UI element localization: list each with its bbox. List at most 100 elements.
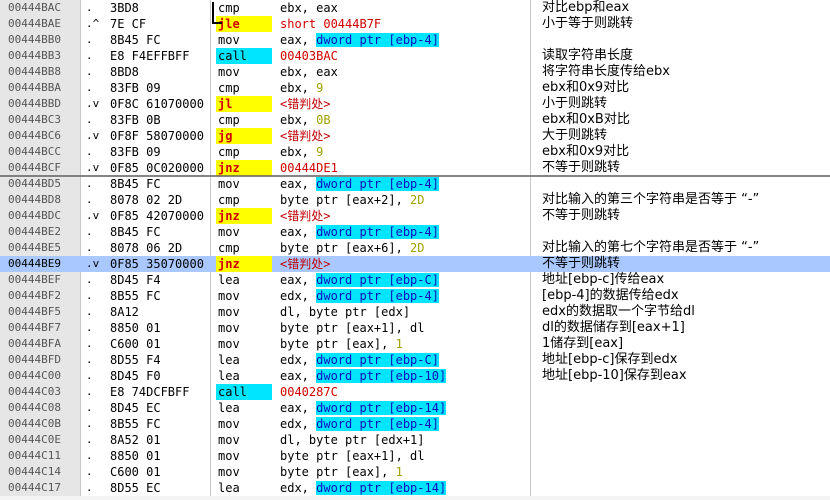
address-cell[interactable]: 00444BB0 [0,32,80,48]
comment[interactable]: ebx和0x9对比 [542,144,830,160]
address-cell[interactable]: 00444BF5 [0,304,80,320]
mnemonic[interactable]: jnz [216,208,272,224]
comment[interactable]: 地址[ebp-c]保存到edx [542,352,830,368]
disasm-row[interactable]: 00444BCC. 83FB 09 cmp ebx, 9 ebx和0x9对比 [0,144,830,160]
mnemonic[interactable]: mov [216,288,272,304]
mnemonic[interactable]: cmp [216,144,272,160]
mnemonic[interactable]: jl [216,96,272,112]
mnemonic[interactable]: lea [216,368,272,384]
comment[interactable]: 地址[ebp-10]保存到eax [542,368,830,384]
address-cell[interactable]: 00444C03 [0,384,80,400]
hex-bytes[interactable]: 7E CF [110,16,212,32]
hex-bytes[interactable]: 8850 01 [110,320,212,336]
address-cell[interactable]: 00444C14 [0,464,80,480]
address-cell[interactable]: 00444BB3 [0,48,80,64]
comment[interactable]: 对比输入的第七个字符串是否等于 “-” [542,240,830,256]
address-cell[interactable]: 00444BAE [0,16,80,32]
operands[interactable]: eax, dword ptr [ebp-4] [280,176,530,192]
operands[interactable]: <错判处> [280,96,530,112]
operands[interactable]: eax, dword ptr [ebp-14] [280,400,530,416]
disasm-row[interactable]: 00444BF5. 8A12 mov dl, byte ptr [edx] edx的数据… [0,304,830,320]
comment[interactable]: edx的数据取一个字节给dl [542,304,830,320]
disasm-row[interactable]: 00444BD8. 8078 02 2D cmp byte ptr [eax+2], … [0,192,830,208]
hex-bytes[interactable]: 8D55 F4 [110,352,212,368]
disasm-row[interactable]: 00444BBD .v 0F8C 61070000 jl <错判处> 小于则跳转 [0,96,830,112]
operands[interactable]: ebx, eax [280,0,530,16]
operands[interactable]: 0040287C [280,384,530,400]
disasm-row[interactable]: 00444BDC .v 0F85 42070000 jnz <错判处> 不等于则跳转 [0,208,830,224]
disasm-row[interactable]: 00444BD5. 8B45 FC mov eax, dword ptr [ebp-4… [0,176,830,192]
operands[interactable]: edx, dword ptr [ebp-4] [280,416,530,432]
address-cell[interactable]: 00444C0B [0,416,80,432]
comment[interactable]: 小于等于则跳转 [542,16,830,32]
address-cell[interactable]: 00444C17 [0,480,80,496]
disasm-row[interactable]: 00444C14. C600 01 mov byte ptr [eax], 1 [0,464,830,480]
mnemonic[interactable]: mov [216,336,272,352]
comment[interactable]: ebx和0x9对比 [542,80,830,96]
disasm-row[interactable]: 00444BCF .v 0F85 0C020000 jnz 00444DE1 不等于则跳转 [0,160,830,176]
operands[interactable]: <错判处> [280,128,530,144]
operands[interactable]: byte ptr [eax+1], dl [280,320,530,336]
address-cell[interactable]: 00444C11 [0,448,80,464]
hex-bytes[interactable]: 8D45 F0 [110,368,212,384]
address-cell[interactable]: 00444C08 [0,400,80,416]
mnemonic[interactable]: mov [216,432,272,448]
hex-bytes[interactable]: 0F85 0C020000 [110,160,212,176]
hex-bytes[interactable]: 8B45 FC [110,224,212,240]
hex-bytes[interactable]: 8D45 EC [110,400,212,416]
operands[interactable]: byte ptr [eax], 1 [280,336,530,352]
operands[interactable]: eax, dword ptr [ebp-4] [280,224,530,240]
mnemonic[interactable]: lea [216,352,272,368]
mnemonic[interactable]: jnz [216,160,272,176]
mnemonic[interactable]: mov [216,32,272,48]
address-cell[interactable]: 00444BF2 [0,288,80,304]
disasm-row[interactable]: 00444C03. E8 74DCFBFF call 0040287C [0,384,830,400]
hex-bytes[interactable]: 8078 06 2D [110,240,212,256]
hex-bytes[interactable]: 8A52 01 [110,432,212,448]
operands[interactable]: eax, dword ptr [ebp-C] [280,272,530,288]
disasm-row[interactable]: 00444BAC. 3BD8 cmp ebx, eax 对比ebp和eax [0,0,830,16]
operands[interactable]: edx, dword ptr [ebp-4] [280,288,530,304]
operands[interactable]: edx, dword ptr [ebp-C] [280,352,530,368]
mnemonic[interactable]: cmp [216,192,272,208]
disasm-row[interactable]: 00444BB8. 8BD8 mov ebx, eax 将字符串长度传给ebx [0,64,830,80]
hex-bytes[interactable]: 8B55 FC [110,416,212,432]
disasm-row[interactable]: 00444BF2. 8B55 FC mov edx, dword ptr [ebp-4… [0,288,830,304]
address-cell[interactable]: 00444BBD [0,96,80,112]
disasm-row[interactable]: 00444BFA. C600 01 mov byte ptr [eax], 1 1储存到… [0,336,830,352]
hex-bytes[interactable]: 0F8F 58070000 [110,128,212,144]
hex-bytes[interactable]: 83FB 0B [110,112,212,128]
address-cell[interactable]: 00444BE9 [0,256,80,272]
comment[interactable]: 地址[ebp-c]传给eax [542,272,830,288]
hex-bytes[interactable]: E8 74DCFBFF [110,384,212,400]
mnemonic[interactable]: cmp [216,112,272,128]
mnemonic[interactable]: cmp [216,80,272,96]
mnemonic[interactable]: lea [216,480,272,496]
operands[interactable]: byte ptr [eax], 1 [280,464,530,480]
address-cell[interactable]: 00444BD8 [0,192,80,208]
hex-bytes[interactable]: 83FB 09 [110,144,212,160]
operands[interactable]: <错判处> [280,256,530,272]
comment[interactable]: dl的数据储存到[eax+1] [542,320,830,336]
disasm-row[interactable]: 00444BBA. 83FB 09 cmp ebx, 9 ebx和0x9对比 [0,80,830,96]
disasm-row[interactable]: 00444BB0. 8B45 FC mov eax, dword ptr [ebp-4… [0,32,830,48]
address-cell[interactable]: 00444BBA [0,80,80,96]
mnemonic[interactable]: jg [216,128,272,144]
disasm-row[interactable]: 00444C0B. 8B55 FC mov edx, dword ptr [ebp-4… [0,416,830,432]
mnemonic[interactable]: cmp [216,0,272,16]
mnemonic[interactable]: lea [216,400,272,416]
comment[interactable]: ebx和0xB对比 [542,112,830,128]
address-cell[interactable]: 00444BCF [0,160,80,176]
hex-bytes[interactable]: 83FB 09 [110,80,212,96]
operands[interactable]: eax, dword ptr [ebp-10] [280,368,530,384]
operands[interactable]: dl, byte ptr [edx] [280,304,530,320]
comment[interactable]: 将字符串长度传给ebx [542,64,830,80]
mnemonic[interactable]: jnz [216,256,272,272]
address-cell[interactable]: 00444BF7 [0,320,80,336]
operands[interactable]: ebx, eax [280,64,530,80]
disasm-row[interactable]: 00444BE5. 8078 06 2D cmp byte ptr [eax+6], … [0,240,830,256]
comment[interactable]: [ebp-4]的数据传给edx [542,288,830,304]
operands[interactable]: byte ptr [eax+1], dl [280,448,530,464]
address-cell[interactable]: 00444BDC [0,208,80,224]
comment[interactable]: 小于则跳转 [542,96,830,112]
